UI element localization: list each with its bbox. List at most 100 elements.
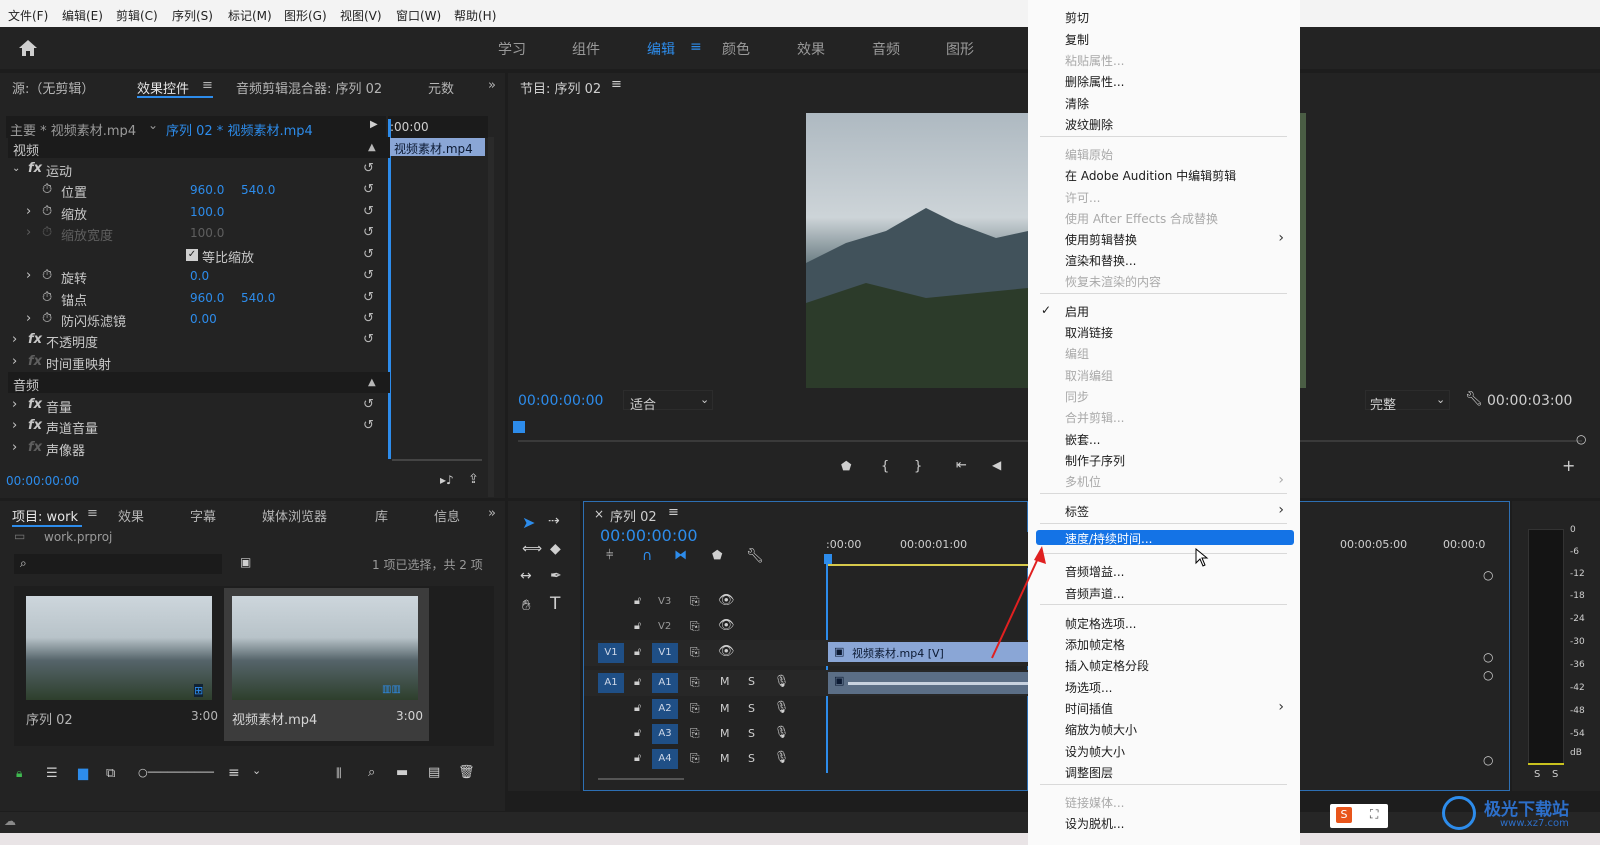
freeform-view-icon[interactable]: ⧉ (106, 766, 115, 781)
eye-icon[interactable]: 👁︎ (718, 644, 735, 659)
hamburger-icon[interactable]: ≡ (668, 505, 679, 520)
sequence-tab[interactable]: 序列 02 (610, 506, 657, 525)
zoom-slider[interactable]: ○────────── (138, 766, 214, 779)
context-menu-item[interactable]: 嵌套... (1028, 428, 1300, 449)
step-back-icon[interactable]: ◀ (992, 458, 1001, 472)
mute-button[interactable]: M (720, 675, 730, 688)
program-playhead[interactable] (513, 421, 525, 433)
marker-icon[interactable]: ⬟ (841, 459, 851, 473)
workspace-assembly[interactable]: 组件 (572, 39, 600, 59)
cloud-icon[interactable]: ☁︎ (4, 814, 16, 828)
trash-icon[interactable]: 🗑︎ (458, 765, 475, 780)
mark-out-icon[interactable]: } (914, 459, 922, 474)
lock-icon[interactable]: 🔓︎ (634, 701, 641, 715)
context-menu-item[interactable]: 插入帧定格分段 (1028, 654, 1300, 675)
type-tool-icon[interactable]: T (550, 594, 560, 614)
mic-icon[interactable]: 🎙︎ (774, 674, 789, 688)
search-input[interactable]: ⌕ (14, 554, 222, 574)
ripple-edit-icon[interactable]: ⟺ (522, 541, 542, 557)
menu-window[interactable]: 窗口(W) (396, 7, 441, 24)
context-menu-item[interactable]: 启用 ✓ (1028, 300, 1300, 321)
timeline-timecode[interactable]: 00:00:00:00 (600, 526, 698, 545)
eye-icon[interactable]: 👁︎ (718, 593, 735, 608)
automate-icon[interactable]: ⫼ (336, 766, 342, 781)
tab-captions[interactable]: 字幕 (190, 506, 216, 525)
menu-clip[interactable]: 剪辑(C) (116, 7, 158, 24)
workspace-learn[interactable]: 学习 (498, 39, 526, 59)
lock-icon[interactable]: 🔓︎ (634, 751, 641, 765)
mute-button[interactable]: M (720, 727, 730, 740)
context-menu-item[interactable]: 时间插值 › (1028, 697, 1300, 718)
context-menu-item[interactable]: 调整图层 (1028, 761, 1300, 782)
track-label[interactable]: A2 (652, 699, 678, 719)
context-menu-item[interactable]: 场选项... (1028, 676, 1300, 697)
property-uniform-scale[interactable]: ✓ 等比缩放 ↺ (8, 244, 390, 266)
context-menu-item[interactable]: 帧定格选项... (1028, 612, 1300, 633)
volume-row[interactable]: › fx 音量 ↺ (8, 394, 390, 416)
more-tabs-icon[interactable]: » (488, 506, 496, 521)
tab-source[interactable]: 源:（无剪辑） (12, 78, 94, 97)
playhead-handle[interactable] (824, 554, 832, 564)
tab-info[interactable]: 信息 (434, 506, 460, 525)
context-menu-item[interactable]: 在 Adobe Audition 中编辑剪辑 (1028, 164, 1300, 185)
context-menu-item[interactable]: 制作子序列 (1028, 449, 1300, 470)
eye-icon[interactable]: 👁︎ (718, 618, 735, 633)
menu-help[interactable]: 帮助(H) (454, 7, 496, 24)
context-menu-item[interactable]: 取消链接 (1028, 321, 1300, 342)
find-icon[interactable]: ⌕ (368, 765, 375, 780)
workspace-editing[interactable]: 编辑 (647, 39, 675, 59)
mute-button[interactable]: M (720, 702, 730, 715)
context-menu-item[interactable]: 设为帧大小 (1028, 740, 1300, 761)
chevron-down-icon[interactable]: ⌄ (252, 764, 261, 777)
mute-button[interactable]: M (720, 752, 730, 765)
context-menu-item[interactable]: 波纹删除 (1028, 113, 1300, 134)
context-menu-item[interactable]: 删除属性... (1028, 70, 1300, 91)
slip-icon[interactable]: ↔ (520, 568, 532, 584)
new-item-icon[interactable]: ▤ (428, 765, 440, 780)
fit-dropdown[interactable]: 适合 ⌄ (623, 390, 713, 413)
timeline-zoom-scrollbar[interactable] (598, 778, 684, 780)
solo-button[interactable]: S (748, 752, 755, 765)
chevron-down-icon[interactable]: ⌄ (148, 118, 158, 132)
track-select-icon[interactable]: ⇢ (548, 513, 560, 529)
sync-lock-icon[interactable]: ⎘ (690, 701, 700, 716)
play-only-audio-icon[interactable]: ▸♪ (440, 473, 454, 487)
scroll-handle[interactable]: ○ (1483, 568, 1493, 582)
property-antiflicker[interactable]: › ⏱ 防闪烁滤镜 0.00 ↺ (8, 308, 390, 330)
context-menu-item[interactable]: 音频增益... (1028, 560, 1300, 581)
tab-project[interactable]: 项目: work (12, 506, 78, 525)
go-to-in-icon[interactable]: ⇤ (956, 458, 967, 473)
sync-lock-icon[interactable]: ⎘ (690, 675, 700, 690)
new-bin-icon[interactable]: ▣ (240, 555, 251, 569)
tab-effect-controls[interactable]: 效果控件 (137, 78, 189, 97)
mic-icon[interactable]: 🎙︎ (774, 725, 789, 739)
program-scrubber-right[interactable] (1300, 440, 1582, 442)
workspace-graphics[interactable]: 图形 (946, 39, 974, 59)
track-label[interactable]: A3 (652, 724, 678, 744)
sync-lock-icon[interactable]: ⎘ (690, 619, 700, 634)
lock-icon[interactable]: 🔓︎ (634, 594, 641, 608)
context-menu-item[interactable]: 渲染和替换... (1028, 249, 1300, 270)
selection-tool-icon[interactable]: ➤ (522, 513, 535, 532)
audio-clip[interactable]: ▣ (828, 672, 1029, 694)
channel-volume-row[interactable]: › fx 声道音量 ↺ (8, 415, 390, 437)
home-icon[interactable] (18, 39, 38, 57)
hamburger-icon[interactable]: ≡ (611, 77, 622, 92)
project-item-clip[interactable]: ▥▥ 视频素材.mp4 3:00 (224, 588, 429, 741)
context-menu-item[interactable]: 标签 › (1028, 500, 1300, 521)
source-patch-a1[interactable]: A1 (598, 673, 624, 693)
workspace-audio[interactable]: 音频 (872, 39, 900, 59)
solo-button[interactable]: S (748, 675, 755, 688)
sync-lock-icon[interactable]: ⎘ (690, 645, 700, 660)
meter-solo-button[interactable]: S (1552, 769, 1558, 780)
menu-graphics[interactable]: 图形(G) (284, 7, 327, 24)
menu-edit[interactable]: 编辑(E) (62, 7, 103, 24)
new-bin-icon[interactable]: ▬ (396, 765, 408, 780)
effect-controls-timecode[interactable]: 00:00:00:00 (6, 474, 79, 488)
context-menu-item[interactable]: 设为脱机... (1028, 812, 1300, 833)
panner-row[interactable]: › fx 声像器 (8, 437, 390, 459)
solo-button[interactable]: S (748, 727, 755, 740)
project-item-sequence[interactable]: ⊞ 序列 02 3:00 (16, 588, 221, 741)
track-label[interactable]: A1 (652, 673, 678, 693)
hamburger-icon[interactable]: ≡ (202, 78, 213, 93)
